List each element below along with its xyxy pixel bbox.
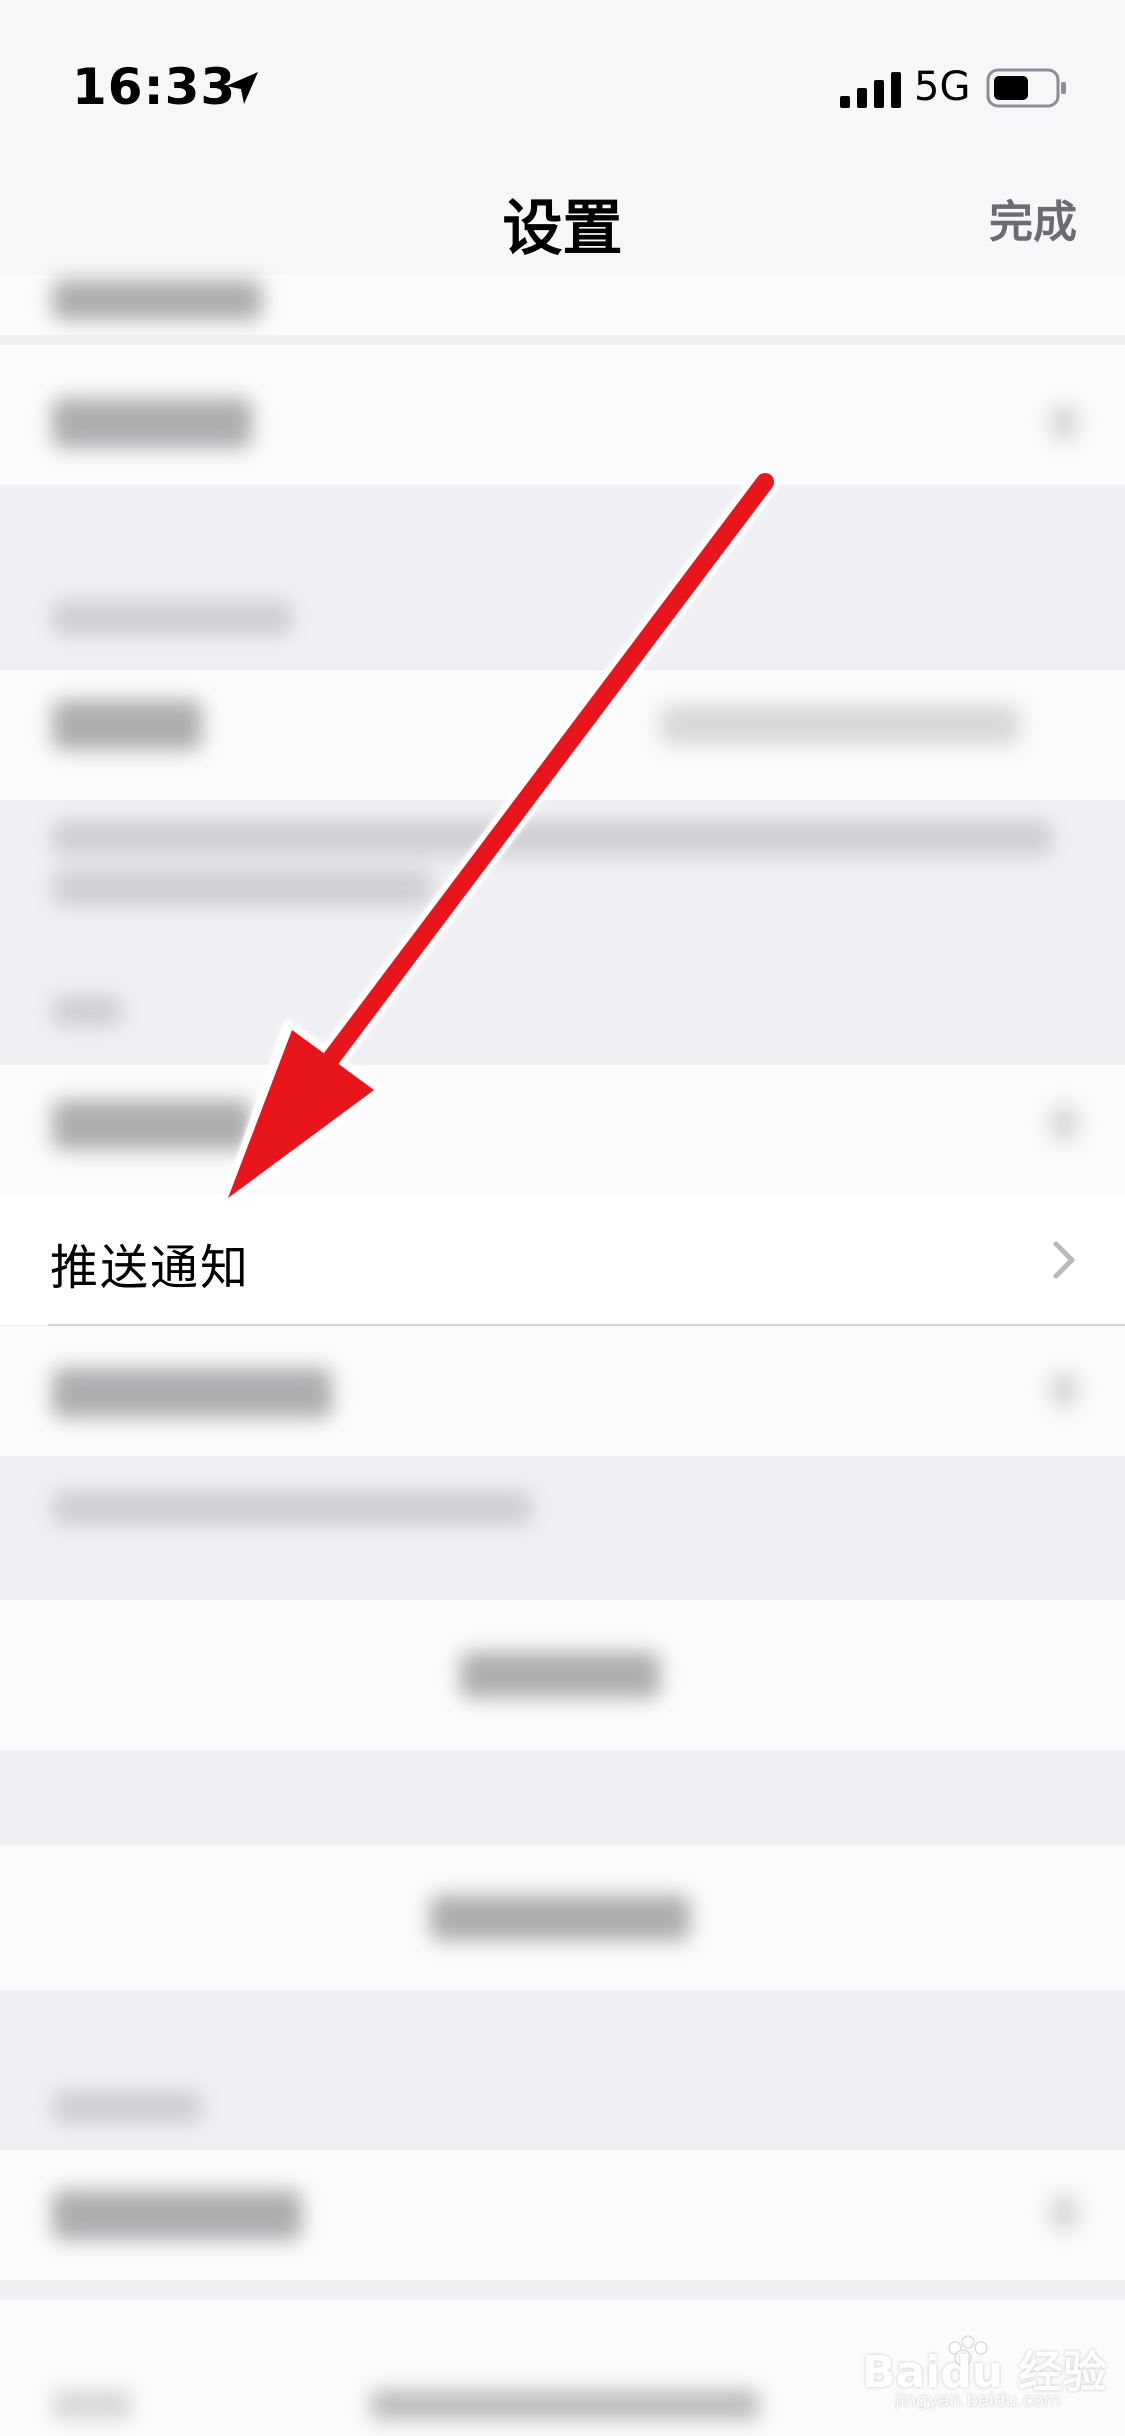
done-button[interactable]: 完成 [989,186,1077,250]
location-arrow-icon [226,72,258,104]
chevron-icon-obscured [1050,405,1078,441]
obscured-section-header [52,995,122,1027]
chevron-icon-obscured [1050,1372,1078,1408]
obscured-footer-text [52,820,1052,856]
push-notifications-label: 推送通知 [50,1240,251,1296]
status-time: 16:33 [72,58,237,116]
obscured-text [52,280,262,320]
obscured-text [52,700,202,750]
chevron-right-icon [1053,1241,1075,1279]
obscured-value [660,705,1020,745]
watermark-url: jingyan.baidu.com [895,2390,1062,2411]
obscured-section-header [52,600,292,636]
network-type: 5G [914,64,971,110]
obscured-footer-text [52,870,432,906]
signal-bars-icon [840,72,901,108]
page-title: 设置 [502,194,623,264]
obscured-text [52,398,252,448]
obscured-text [52,1368,332,1418]
home-indicator [370,2390,760,2420]
chevron-icon-obscured [1050,2195,1078,2231]
obscured-button-text [430,1895,690,1941]
obscured-text [52,2390,132,2420]
chevron-icon-obscured [1050,1105,1078,1141]
obscured-footer-text [52,1490,532,1526]
obscured-button-text [460,1652,660,1698]
battery-icon [986,68,1066,108]
obscured-text [52,2190,302,2240]
obscured-section-header [52,2090,202,2124]
obscured-text [52,1100,252,1150]
